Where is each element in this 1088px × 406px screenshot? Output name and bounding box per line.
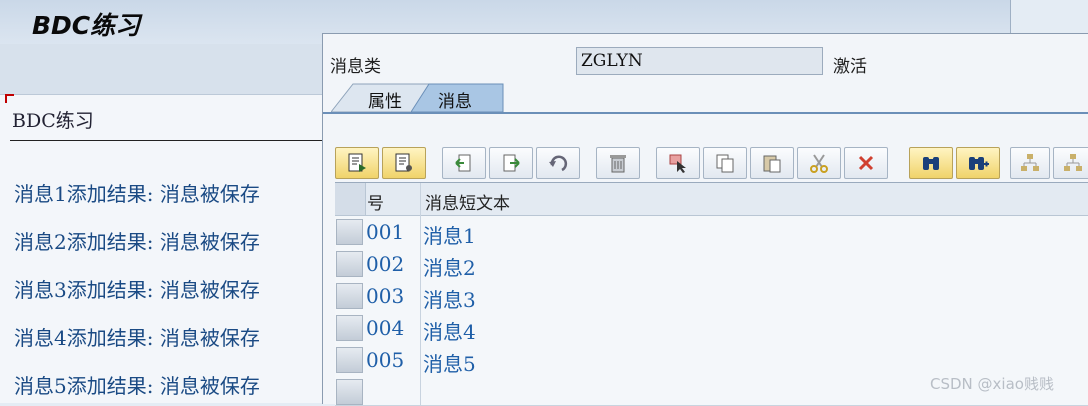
- row-selector[interactable]: [336, 251, 363, 277]
- result-line: 消息3添加结果: 消息被保存: [14, 278, 260, 302]
- status-label: 激活: [833, 57, 867, 77]
- hierarchy-expand-icon[interactable]: [1053, 147, 1088, 179]
- table-row[interactable]: 003 消息3: [335, 280, 1088, 313]
- find-icon[interactable]: [909, 147, 953, 179]
- table-header: 号 消息短文本: [335, 183, 1088, 216]
- result-line: 消息1添加结果: 消息被保存: [14, 182, 260, 206]
- details-icon[interactable]: [335, 147, 379, 179]
- tab-messages-label: 消息: [438, 92, 472, 112]
- table-row[interactable]: 004 消息4: [335, 312, 1088, 345]
- tab-messages[interactable]: 消息: [411, 82, 506, 113]
- undo-icon[interactable]: [536, 147, 580, 179]
- message-number[interactable]: 005: [366, 348, 404, 372]
- message-class-dialog: 消息类 ZGLYN 激活 属性 消息 号 消息短文本 001 消息1 002 消…: [322, 33, 1088, 406]
- message-text[interactable]: 消息4: [423, 316, 476, 345]
- insert-row-icon[interactable]: [442, 147, 486, 179]
- cut-icon[interactable]: [797, 147, 841, 179]
- message-text[interactable]: 消息5: [423, 348, 476, 377]
- result-line: 消息2添加结果: 消息被保存: [14, 230, 260, 254]
- message-text[interactable]: 消息2: [423, 252, 476, 281]
- tab-underline: [323, 112, 1088, 114]
- message-number[interactable]: 001: [366, 220, 404, 244]
- copy-icon[interactable]: [703, 147, 747, 179]
- delete-row-icon[interactable]: [844, 147, 888, 179]
- column-header-short-text[interactable]: 消息短文本: [425, 189, 510, 214]
- message-number[interactable]: 002: [366, 252, 404, 276]
- message-number[interactable]: 003: [366, 284, 404, 308]
- row-selector[interactable]: [336, 347, 363, 373]
- message-number[interactable]: 004: [366, 316, 404, 340]
- row-selector[interactable]: [336, 379, 363, 405]
- message-table: 号 消息短文本 001 消息1 002 消息2 003 消息3 004 消息4 …: [335, 182, 1088, 406]
- tab-attributes-label: 属性: [368, 92, 402, 112]
- message-class-field[interactable]: ZGLYN: [576, 47, 823, 75]
- column-header-number[interactable]: 号: [367, 189, 384, 214]
- table-toolbar: [335, 147, 1088, 181]
- paste-icon[interactable]: [750, 147, 794, 179]
- row-selector[interactable]: [336, 315, 363, 341]
- column-divider: [420, 183, 421, 405]
- report-title: BDC练习: [32, 11, 141, 40]
- hierarchy-icon[interactable]: [1010, 147, 1050, 179]
- message-text[interactable]: 消息1: [423, 220, 476, 249]
- append-row-icon[interactable]: [489, 147, 533, 179]
- result-line: 消息4添加结果: 消息被保存: [14, 326, 260, 350]
- row-selector[interactable]: [336, 283, 363, 309]
- cursor-mark: [5, 94, 14, 103]
- select-icon[interactable]: [656, 147, 700, 179]
- result-line: 消息5添加结果: 消息被保存: [14, 374, 260, 398]
- message-text[interactable]: 消息3: [423, 284, 476, 313]
- find-next-icon[interactable]: [956, 147, 1000, 179]
- select-all-cell[interactable]: [335, 183, 366, 215]
- heading-divider: [10, 140, 330, 141]
- display-icon[interactable]: [382, 147, 426, 179]
- message-class-label: 消息类: [330, 57, 381, 77]
- table-row[interactable]: 001 消息1: [335, 216, 1088, 249]
- watermark: CSDN @xiao贱贱: [930, 375, 1054, 393]
- report-heading: BDC练习: [12, 110, 94, 132]
- row-selector[interactable]: [336, 219, 363, 245]
- table-row[interactable]: 002 消息2: [335, 248, 1088, 281]
- delete-icon[interactable]: [596, 147, 640, 179]
